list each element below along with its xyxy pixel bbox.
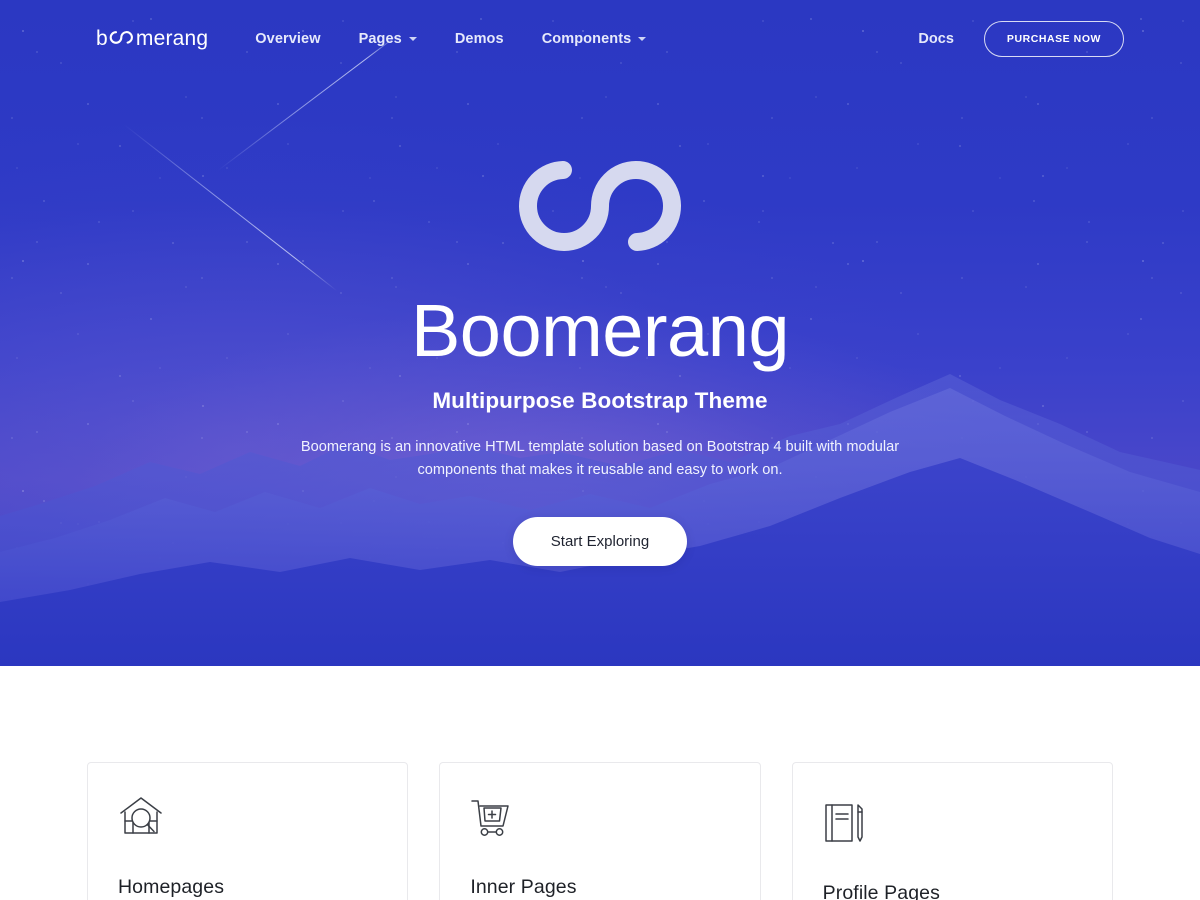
feature-card-homepages[interactable]: Homepages: [87, 762, 409, 900]
hero-subtitle: Multipurpose Bootstrap Theme: [432, 388, 768, 413]
nav-item-pages[interactable]: Pages: [340, 31, 436, 47]
nav-item-demos[interactable]: Demos: [436, 31, 523, 47]
brand-logo[interactable]: b merang: [96, 27, 208, 51]
hero-content: Boomerang Multipurpose Bootstrap Theme B…: [0, 0, 1200, 567]
nav-item-pages-label: Pages: [358, 31, 402, 47]
brand-text-post: merang: [135, 27, 209, 50]
purchase-now-button[interactable]: PURCHASE NOW: [983, 21, 1124, 57]
main-navbar: b merang Overview Pages Demos Components: [0, 0, 1200, 78]
chevron-down-icon: [408, 37, 417, 41]
start-exploring-button[interactable]: Start Exploring: [512, 517, 688, 567]
nav-item-components[interactable]: Components: [523, 31, 666, 47]
nav-item-overview-label: Overview: [255, 31, 321, 47]
feature-cards-row: Homepages Inner Pages Profile Pages: [87, 762, 1113, 900]
brand-text-pre: b: [96, 27, 108, 50]
house-search-icon: [118, 795, 377, 849]
nav-right-group: Docs PURCHASE NOW: [918, 21, 1124, 57]
feature-card-inner-pages[interactable]: Inner Pages: [439, 762, 761, 900]
nav-links: Overview Pages Demos Components: [236, 31, 665, 47]
feature-card-title: Inner Pages: [470, 876, 577, 898]
hero-description: Boomerang is an innovative HTML template…: [300, 439, 900, 478]
feature-cards-section: Homepages Inner Pages Profile Pages: [0, 666, 1200, 900]
nav-item-docs[interactable]: Docs: [918, 31, 953, 47]
chevron-down-icon: [638, 37, 647, 41]
nav-item-components-label: Components: [541, 31, 632, 47]
shopping-cart-plus-icon: [470, 795, 729, 849]
nav-item-demos-label: Demos: [454, 31, 504, 47]
feature-card-profile-pages[interactable]: Profile Pages: [791, 762, 1113, 900]
hero-section: b merang Overview Pages Demos Components: [0, 0, 1200, 666]
infinity-logo-icon: [505, 152, 695, 260]
page-title: Boomerang: [410, 289, 790, 372]
feature-card-title: Profile Pages: [822, 882, 940, 900]
feature-card-title: Homepages: [118, 876, 225, 898]
infinity-icon: [109, 27, 135, 51]
notebook-pencil-icon: [823, 801, 1082, 855]
nav-item-overview[interactable]: Overview: [236, 31, 339, 47]
